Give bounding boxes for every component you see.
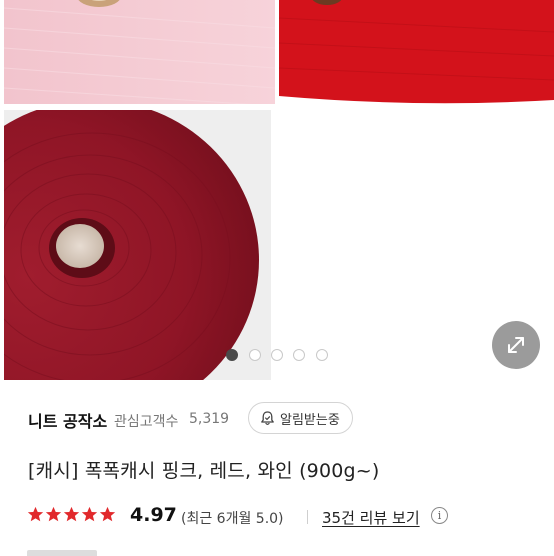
- info-icon[interactable]: i: [431, 507, 448, 524]
- pagination-dot[interactable]: [293, 349, 305, 361]
- expand-image-button[interactable]: [492, 321, 540, 369]
- favorites-label: 관심고객수: [114, 414, 179, 430]
- rating-value: 4.97: [130, 504, 177, 526]
- star-icon: [81, 506, 98, 522]
- reviews-link[interactable]: 35건 리뷰 보기: [322, 507, 420, 528]
- bell-icon: [261, 410, 274, 425]
- expand-arrows-icon: [508, 337, 524, 353]
- red-yarn-image: [279, 0, 554, 104]
- pagination-dot[interactable]: [271, 349, 283, 361]
- star-icon: [99, 506, 116, 522]
- pagination-dot[interactable]: [249, 349, 261, 361]
- pagination-dot[interactable]: [226, 349, 238, 361]
- recent-rating: (최근 6개월 5.0): [181, 511, 284, 527]
- price-row-cutoff: [27, 546, 167, 556]
- store-name[interactable]: 니트 공작소: [28, 408, 107, 432]
- divider: [307, 510, 308, 524]
- favorites-count: 5,319: [189, 411, 230, 427]
- product-image-gallery[interactable]: [0, 0, 554, 384]
- rating-row: 4.97 (최근 6개월 5.0) 35건 리뷰 보기 i: [27, 504, 547, 530]
- wine-yarn-image: [4, 110, 275, 380]
- store-info-row: 니트 공작소 관심고객수 5,319 알림받는중: [28, 402, 528, 436]
- gallery-pagination-dots: [0, 349, 554, 363]
- pink-yarn-image: [4, 0, 275, 104]
- star-icon: [27, 506, 44, 522]
- notification-subscribed-button[interactable]: 알림받는중: [248, 402, 353, 434]
- product-title: [캐시] 폭폭캐시 핑크, 레드, 와인 (900g~): [28, 460, 380, 482]
- pagination-dot[interactable]: [316, 349, 328, 361]
- star-icon: [63, 506, 80, 522]
- notify-label: 알림받는중: [280, 412, 340, 428]
- rating-stars: [27, 506, 116, 523]
- star-icon: [45, 506, 62, 522]
